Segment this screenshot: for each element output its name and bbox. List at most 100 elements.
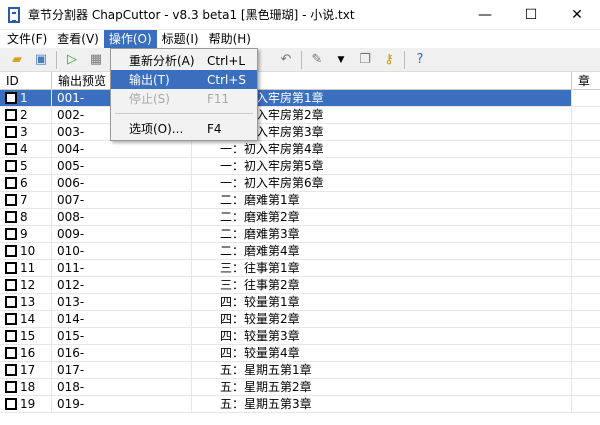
- maximize-button[interactable]: ☐: [508, 0, 554, 30]
- table-row[interactable]: 8 008- 二：磨难第2章: [0, 209, 600, 226]
- id-cell: 2: [0, 107, 52, 123]
- extra-cell: [572, 294, 600, 310]
- open-folder-icon[interactable]: ▰: [8, 51, 26, 69]
- toolbar-separator: [56, 50, 57, 69]
- window-icon[interactable]: ▣: [32, 51, 50, 69]
- extra-cell: [572, 158, 600, 174]
- menu-help[interactable]: 帮助(H): [204, 30, 256, 48]
- row-checkbox[interactable]: [5, 245, 17, 257]
- undo-icon[interactable]: ↶: [277, 51, 295, 69]
- run-icon[interactable]: ▷: [63, 51, 81, 69]
- menu-operation[interactable]: 操作(O): [103, 30, 157, 48]
- row-checkbox[interactable]: [5, 126, 17, 138]
- row-checkbox[interactable]: [5, 296, 17, 308]
- row-checkbox[interactable]: [5, 143, 17, 155]
- preview-cell: 004-: [52, 141, 192, 157]
- row-checkbox[interactable]: [5, 398, 17, 410]
- row-checkbox[interactable]: [5, 262, 17, 274]
- help-doc-icon[interactable]: ?: [411, 51, 429, 69]
- row-id: 11: [20, 261, 36, 275]
- edit-icon[interactable]: ✎: [308, 51, 326, 69]
- chapter-table: ID 输出预览 章 1 001- 一：初入牢房第1章 2 002- 一：初入牢房第2章 3 0…: [0, 72, 600, 425]
- menu-item-reanalyze[interactable]: 重新分析(A) Ctrl+L: [111, 51, 257, 70]
- table-row[interactable]: 3 003- 一：初入牢房第3章: [0, 124, 600, 141]
- menu-file[interactable]: 文件(F): [2, 30, 52, 48]
- window-title: 章节分割器 ChapCuttor - v8.3 beta1 [黑色珊瑚] - 小…: [28, 8, 355, 22]
- column-header-extra[interactable]: 章: [572, 72, 600, 89]
- table-row[interactable]: 11 011- 三：往事第1章: [0, 260, 600, 277]
- id-cell: 1: [0, 90, 52, 106]
- table-row[interactable]: 16 016- 四：较量第4章: [0, 345, 600, 362]
- row-id: 12: [20, 278, 36, 292]
- table-row[interactable]: 2 002- 一：初入牢房第2章: [0, 107, 600, 124]
- id-cell: 19: [0, 396, 52, 412]
- row-checkbox[interactable]: [5, 330, 17, 342]
- table-row[interactable]: 15 015- 四：较量第3章: [0, 328, 600, 345]
- menu-item-output[interactable]: 输出(T) Ctrl+S: [111, 70, 257, 89]
- row-id: 15: [20, 329, 36, 343]
- preview-cell: 018-: [52, 379, 192, 395]
- row-checkbox[interactable]: [5, 92, 17, 104]
- close-button[interactable]: ✕: [554, 0, 600, 30]
- title-cell: 五：星期五第1章: [192, 362, 572, 378]
- row-checkbox[interactable]: [5, 109, 17, 121]
- table-row[interactable]: 13 013- 四：较量第1章: [0, 294, 600, 311]
- title-cell: 四：较量第1章: [192, 294, 572, 310]
- id-cell: 18: [0, 379, 52, 395]
- table-row[interactable]: 18 018- 五：星期五第2章: [0, 379, 600, 396]
- table-row[interactable]: 19 019- 五：星期五第3章: [0, 396, 600, 413]
- extra-cell: [572, 175, 600, 191]
- title-cell: 二：磨难第4章: [192, 243, 572, 259]
- preview-cell: 007-: [52, 192, 192, 208]
- menu-item-stop[interactable]: 停止(S) F11: [111, 89, 257, 108]
- menu-bar: 文件(F) 查看(V) 操作(O) 标题(I) 帮助(H): [0, 30, 600, 48]
- id-cell: 6: [0, 175, 52, 191]
- row-checkbox[interactable]: [5, 364, 17, 376]
- preview-cell: 011-: [52, 260, 192, 276]
- table-row[interactable]: 12 012- 三：往事第2章: [0, 277, 600, 294]
- row-id: 16: [20, 346, 36, 360]
- id-cell: 4: [0, 141, 52, 157]
- table-header: ID 输出预览 章: [0, 72, 600, 90]
- menu-item-options[interactable]: 选项(O)... F4: [111, 119, 257, 138]
- menu-title[interactable]: 标题(I): [157, 30, 204, 48]
- row-checkbox[interactable]: [5, 160, 17, 172]
- row-checkbox[interactable]: [5, 228, 17, 240]
- row-checkbox[interactable]: [5, 347, 17, 359]
- preview-cell: 013-: [52, 294, 192, 310]
- row-checkbox[interactable]: [5, 194, 17, 206]
- row-id: 14: [20, 312, 36, 326]
- id-cell: 15: [0, 328, 52, 344]
- row-checkbox[interactable]: [5, 313, 17, 325]
- row-checkbox[interactable]: [5, 211, 17, 223]
- table-row[interactable]: 6 006- 一：初入牢房第6章: [0, 175, 600, 192]
- toolbar-separator: [301, 50, 302, 69]
- table-row[interactable]: 17 017- 五：星期五第1章: [0, 362, 600, 379]
- grid-icon[interactable]: ▦: [87, 51, 105, 69]
- table-row[interactable]: 14 014- 四：较量第2章: [0, 311, 600, 328]
- key-icon[interactable]: ⚷: [380, 51, 398, 69]
- column-header-id[interactable]: ID: [0, 72, 52, 89]
- table-row[interactable]: 7 007- 二：磨难第1章: [0, 192, 600, 209]
- row-checkbox[interactable]: [5, 279, 17, 291]
- row-checkbox[interactable]: [5, 381, 17, 393]
- table-row[interactable]: 4 004- 一：初入牢房第4章: [0, 141, 600, 158]
- copy-icon[interactable]: ❐: [356, 51, 374, 69]
- id-cell: 11: [0, 260, 52, 276]
- dropdown-arrow-icon[interactable]: ▼: [332, 51, 350, 69]
- minimize-button[interactable]: —: [462, 0, 508, 30]
- title-cell: 四：较量第2章: [192, 311, 572, 327]
- table-row[interactable]: 5 005- 一：初入牢房第5章: [0, 158, 600, 175]
- menu-view[interactable]: 查看(V): [52, 30, 104, 48]
- title-bar: 章节分割器 ChapCuttor - v8.3 beta1 [黑色珊瑚] - 小…: [0, 0, 600, 30]
- menu-item-label: 选项(O)...: [129, 122, 184, 136]
- title-cell: 二：磨难第2章: [192, 209, 572, 225]
- title-cell: 五：星期五第3章: [192, 396, 572, 412]
- preview-cell: 010-: [52, 243, 192, 259]
- table-row[interactable]: 9 009- 二：磨难第3章: [0, 226, 600, 243]
- row-checkbox[interactable]: [5, 177, 17, 189]
- table-row[interactable]: 1 001- 一：初入牢房第1章: [0, 90, 600, 107]
- id-cell: 9: [0, 226, 52, 242]
- table-row[interactable]: 10 010- 二：磨难第4章: [0, 243, 600, 260]
- menu-item-label: 输出(T): [129, 73, 170, 87]
